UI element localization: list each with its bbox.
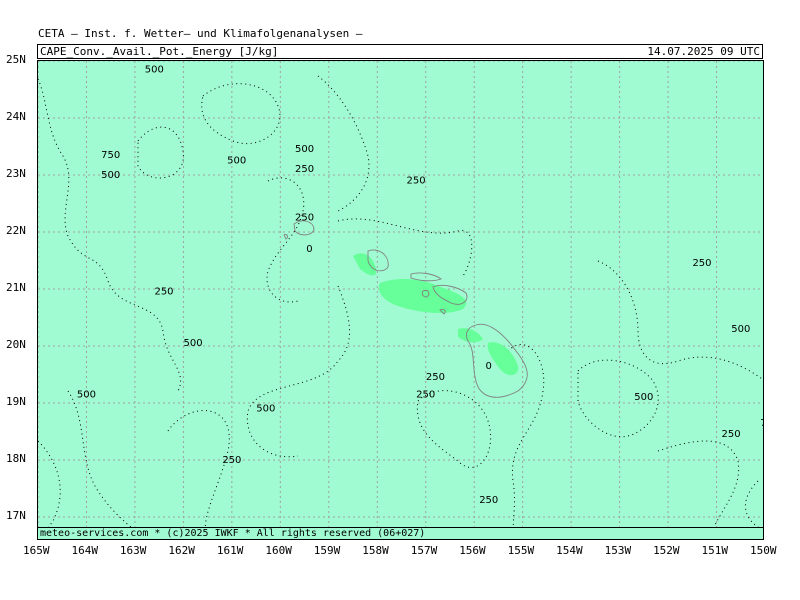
latitude-label: 22N (6, 224, 26, 237)
longitude-label: 159W (313, 544, 341, 557)
longitude-label: 158W (362, 544, 389, 557)
latitude-label: 17N (6, 509, 26, 522)
latitude-label: 19N (6, 395, 26, 408)
contour-label: 0 (306, 244, 312, 255)
contour-line (337, 218, 473, 277)
cape-contours (38, 75, 763, 539)
longitude-label: 161W (216, 544, 244, 557)
header-box: CAPE_Conv._Avail._Pot._Energy [J/kg] 14.… (37, 44, 763, 59)
contour-line (246, 285, 351, 458)
contour-line (137, 126, 184, 179)
contour-label: 500 (634, 392, 653, 403)
contour-label: 500 (227, 156, 246, 167)
contour-line (657, 440, 740, 539)
contour-line (167, 410, 230, 539)
parameter-label: CAPE_Conv._Avail._Pot._Energy [J/kg] (40, 45, 279, 58)
contour-label: 250 (722, 429, 741, 440)
contour-label: 250 (416, 389, 435, 400)
contour-label: 250 (692, 258, 711, 269)
cape-zero-area (378, 279, 467, 313)
contour-label: 500 (256, 404, 275, 415)
contour-label: 250 (295, 213, 314, 224)
contour-label: 250 (222, 455, 241, 466)
contour-label: 250 (295, 164, 314, 175)
footer-bar: meteo-services.com * (c)2025 IWKF * All … (38, 527, 763, 539)
contour-label: 250 (426, 372, 445, 383)
contour-line (38, 440, 61, 539)
longitude-label: 157W (410, 544, 438, 557)
chart-title: CETA — Inst. f. Wetter— und Klimafolgena… (38, 27, 363, 40)
longitude-label: 151W (701, 544, 729, 557)
cape-map: 500 750 500 500 500 250 250 250 0 250 500 250 500 0 25… (38, 61, 764, 539)
contour-label: 750 (101, 150, 120, 161)
valid-time: 14.07.2025 09 UTC (647, 45, 760, 58)
contour-label: 500 (184, 338, 203, 349)
contour-line (38, 78, 181, 392)
latitude-label: 23N (6, 167, 26, 180)
latitude-label: 18N (6, 452, 26, 465)
contour-line (317, 75, 370, 212)
cape-zero-area (458, 328, 483, 343)
contour-label: 750 (760, 418, 764, 429)
latitude-label: 24N (6, 110, 26, 123)
contour-label: 250 (154, 287, 173, 298)
longitude-label: 150W (750, 544, 777, 557)
contour-label: 250 (406, 176, 425, 187)
contour-label: 250 (479, 495, 498, 506)
contour-label: 500 (731, 324, 750, 335)
contour-line (597, 260, 763, 381)
longitude-label: 162W (168, 544, 195, 557)
latitude-label: 20N (6, 338, 26, 351)
cape-zero-areas (353, 253, 519, 376)
contour-label: 500 (295, 144, 314, 155)
contour-label: 0 (486, 361, 492, 372)
longitude-label: 163W (119, 544, 147, 557)
longitude-label: 156W (459, 544, 486, 557)
contour-line (416, 390, 492, 468)
longitude-label: 154W (556, 544, 583, 557)
island-niihau (283, 234, 288, 240)
latitude-label: 21N (6, 281, 26, 294)
longitude-label: 155W (507, 544, 535, 557)
contour-line (67, 390, 147, 539)
map-area: 500 750 500 500 500 250 250 250 0 250 500 250 500 0 25… (37, 60, 764, 540)
latitude-label: 25N (6, 53, 26, 66)
contour-line (201, 83, 281, 145)
longitude-label: 153W (604, 544, 632, 557)
contour-line (266, 177, 305, 303)
longitude-label: 165W (23, 544, 50, 557)
longitude-label: 160W (265, 544, 292, 557)
contour-label: 500 (145, 64, 164, 75)
longitude-label: 152W (653, 544, 680, 557)
contour-label: 500 (101, 170, 120, 181)
contour-label: 500 (77, 389, 96, 400)
contour-line (744, 480, 763, 531)
longitude-label: 164W (71, 544, 98, 557)
cape-zero-area (353, 253, 377, 276)
copyright-text: meteo-services.com * (c)2025 IWKF * All … (40, 528, 426, 539)
